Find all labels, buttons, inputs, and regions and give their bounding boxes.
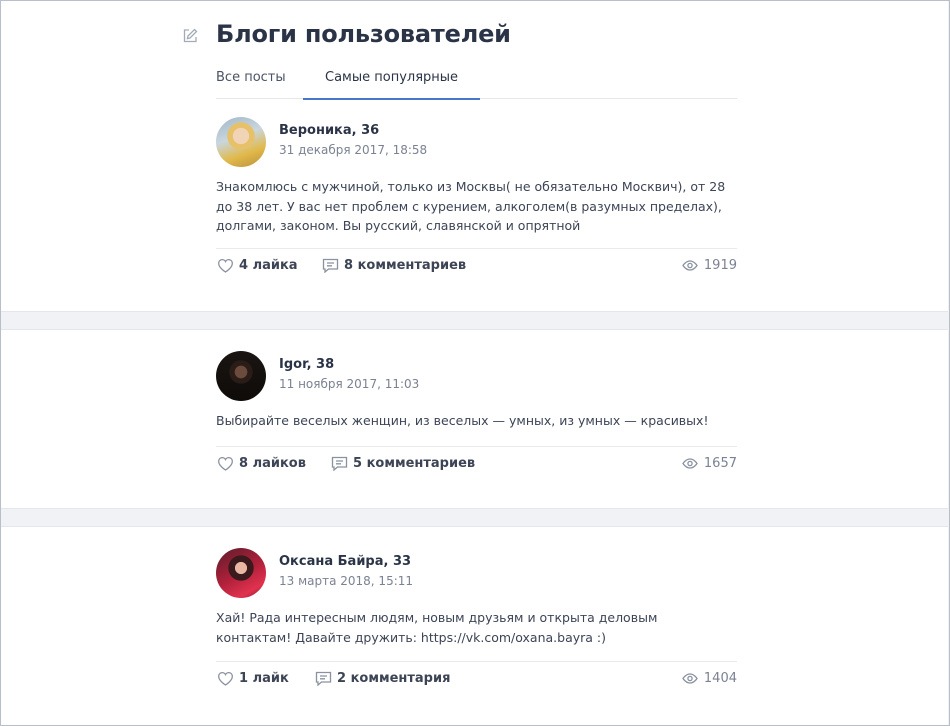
comment-count: 5 комментариев bbox=[353, 456, 476, 471]
tab-all-posts[interactable]: Все посты bbox=[216, 70, 286, 99]
blog-card-2: Igor, 38 11 ноября 2017, 11:03 Выбирайте… bbox=[1, 329, 948, 509]
heart-icon bbox=[218, 671, 233, 686]
author-name[interactable]: Оксана Байра, 33 bbox=[279, 554, 411, 569]
like-button[interactable]: 1 лайк bbox=[217, 671, 289, 686]
tab-most-popular[interactable]: Самые популярные bbox=[303, 70, 481, 100]
views-number: 1657 bbox=[703, 456, 737, 471]
avatar[interactable] bbox=[216, 548, 266, 598]
comments-button[interactable]: 2 комментария bbox=[315, 671, 450, 686]
page-title: Блоги пользователей bbox=[216, 20, 511, 48]
post-text: Выбирайте веселых женщин, из веселых — у… bbox=[216, 413, 709, 428]
views-number: 1919 bbox=[703, 258, 737, 273]
post-text: Хай! Рада интересным людям, новым друзья… bbox=[216, 610, 658, 645]
comment-count: 2 комментария bbox=[337, 671, 451, 686]
post-footer: 8 лайков 5 комментариев 1657 bbox=[216, 446, 737, 482]
comments-button[interactable]: 8 комментариев bbox=[322, 258, 466, 273]
view-count: 1657 bbox=[682, 456, 737, 471]
edit-icon[interactable] bbox=[181, 27, 199, 45]
heart-icon bbox=[218, 456, 233, 471]
author-name[interactable]: Вероника, 36 bbox=[279, 123, 379, 138]
heart-icon bbox=[218, 258, 233, 273]
blog-tabs: Все посты Самые популярные bbox=[216, 60, 737, 100]
comment-icon bbox=[322, 258, 339, 273]
view-count: 1404 bbox=[682, 671, 737, 686]
like-count: 4 лайка bbox=[239, 258, 298, 273]
post-footer: 1 лайк 2 комментария 1404 bbox=[216, 661, 737, 697]
like-button[interactable]: 4 лайка bbox=[217, 258, 298, 273]
comment-icon bbox=[315, 671, 332, 686]
comment-count: 8 комментариев bbox=[344, 258, 467, 273]
comment-icon bbox=[331, 456, 348, 471]
eye-icon bbox=[682, 673, 698, 684]
post-text: Знакомлюсь с мужчиной, только из Москвы(… bbox=[216, 179, 726, 233]
post-footer: 4 лайка 8 комментариев 1919 bbox=[216, 248, 737, 284]
eye-icon bbox=[682, 458, 698, 469]
like-button[interactable]: 8 лайков bbox=[217, 456, 306, 471]
author-name[interactable]: Igor, 38 bbox=[279, 357, 334, 372]
blog-card-1: Блоги пользователей Все посты Самые попу… bbox=[1, 0, 948, 312]
post-date: 31 декабря 2017, 18:58 bbox=[279, 143, 428, 157]
eye-icon bbox=[682, 260, 698, 271]
avatar[interactable] bbox=[216, 351, 266, 401]
like-count: 8 лайков bbox=[239, 456, 306, 471]
like-count: 1 лайк bbox=[239, 671, 289, 686]
avatar[interactable] bbox=[216, 117, 266, 167]
comments-button[interactable]: 5 комментариев bbox=[331, 456, 475, 471]
views-number: 1404 bbox=[703, 671, 737, 686]
view-count: 1919 bbox=[682, 258, 737, 273]
post-date: 11 ноября 2017, 11:03 bbox=[279, 377, 420, 391]
blog-card-3: Оксана Байра, 33 13 марта 2018, 15:11 Ха… bbox=[1, 526, 948, 726]
post-date: 13 марта 2018, 15:11 bbox=[279, 574, 414, 588]
